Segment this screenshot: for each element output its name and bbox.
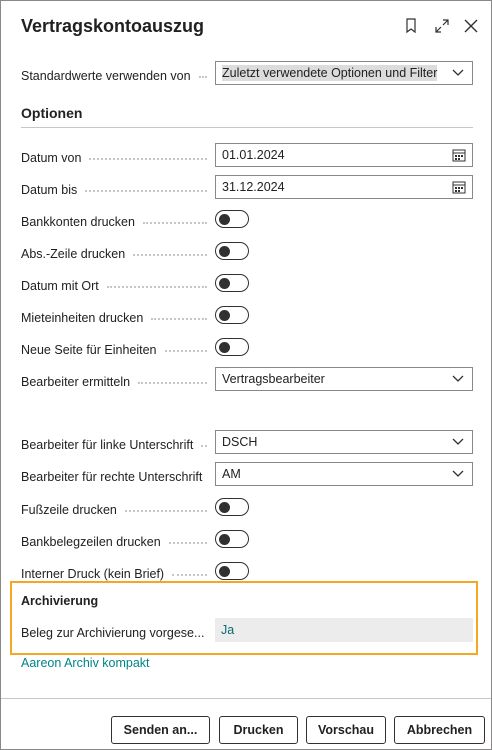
send-button[interactable]: Senden an... bbox=[111, 716, 210, 744]
rental-units-row: Mieteinheiten drucken bbox=[21, 303, 473, 327]
calendar-icon[interactable] bbox=[452, 148, 466, 162]
new-page-toggle[interactable] bbox=[215, 338, 249, 356]
footer-toggle[interactable] bbox=[215, 498, 249, 516]
right-signature-row: Bearbeiter für rechte Unterschrift AM bbox=[21, 462, 473, 486]
date-from-value: 01.01.2024 bbox=[222, 148, 285, 162]
chevron-down-icon bbox=[452, 375, 464, 382]
right-signature-value: AM bbox=[222, 467, 241, 481]
internal-print-row: Interner Druck (kein Brief) bbox=[21, 559, 473, 583]
defaults-value: Zuletzt verwendete Optionen und Filter bbox=[222, 65, 438, 81]
internal-print-label: Interner Druck (kein Brief) bbox=[21, 563, 211, 581]
rental-units-toggle[interactable] bbox=[215, 306, 249, 324]
report-dialog: Vertragskontoauszug Standardwerte verwen… bbox=[0, 0, 492, 750]
chevron-down-icon bbox=[452, 438, 464, 445]
defaults-row: Standardwerte verwenden von Zuletzt verw… bbox=[21, 61, 473, 85]
new-page-row: Neue Seite für Einheiten bbox=[21, 335, 473, 359]
chevron-down-icon bbox=[452, 69, 464, 76]
left-signature-row: Bearbeiter für linke Unterschrift DSCH bbox=[21, 430, 473, 454]
calendar-icon[interactable] bbox=[452, 180, 466, 194]
bank-accounts-row: Bankkonten drucken bbox=[21, 207, 473, 231]
abs-line-label: Abs.-Zeile drucken bbox=[21, 243, 211, 261]
editor-value: Vertragsbearbeiter bbox=[222, 372, 325, 386]
archive-link[interactable]: Aareon Archiv kompakt bbox=[21, 656, 150, 670]
options-heading: Optionen bbox=[21, 105, 83, 121]
close-icon[interactable] bbox=[462, 17, 480, 35]
date-from-label: Datum von bbox=[21, 147, 211, 165]
options-divider bbox=[21, 127, 473, 128]
date-from-row: Datum von 01.01.2024 bbox=[21, 143, 473, 167]
bank-doc-lines-label: Bankbelegzeilen drucken bbox=[21, 531, 211, 549]
internal-print-toggle[interactable] bbox=[215, 562, 249, 580]
date-place-toggle[interactable] bbox=[215, 274, 249, 292]
date-to-input[interactable]: 31.12.2024 bbox=[215, 175, 473, 199]
date-from-input[interactable]: 01.01.2024 bbox=[215, 143, 473, 167]
footer-label: Fußzeile drucken bbox=[21, 499, 211, 517]
chevron-down-icon bbox=[452, 470, 464, 477]
footer-divider bbox=[1, 698, 491, 699]
abs-line-toggle[interactable] bbox=[215, 242, 249, 260]
new-page-label: Neue Seite für Einheiten bbox=[21, 339, 211, 357]
bank-doc-lines-toggle[interactable] bbox=[215, 530, 249, 548]
archive-label: Beleg zur Archivierung vorgese... bbox=[21, 626, 205, 640]
print-button[interactable]: Drucken bbox=[219, 716, 298, 744]
bookmark-icon[interactable] bbox=[404, 17, 422, 35]
bank-doc-lines-row: Bankbelegzeilen drucken bbox=[21, 527, 473, 551]
dialog-titlebar: Vertragskontoauszug bbox=[1, 1, 491, 51]
editor-label: Bearbeiter ermitteln bbox=[21, 371, 211, 389]
bank-accounts-label: Bankkonten drucken bbox=[21, 211, 211, 229]
defaults-select[interactable]: Zuletzt verwendete Optionen und Filter bbox=[215, 61, 473, 85]
date-place-label: Datum mit Ort bbox=[21, 275, 211, 293]
bank-accounts-toggle[interactable] bbox=[215, 210, 249, 228]
editor-select[interactable]: Vertragsbearbeiter bbox=[215, 367, 473, 391]
left-signature-label: Bearbeiter für linke Unterschrift bbox=[21, 434, 211, 452]
left-signature-select[interactable]: DSCH bbox=[215, 430, 473, 454]
date-place-row: Datum mit Ort bbox=[21, 271, 473, 295]
editor-row: Bearbeiter ermitteln Vertragsbearbeiter bbox=[21, 367, 473, 391]
defaults-label: Standardwerte verwenden von bbox=[21, 65, 211, 83]
expand-icon[interactable] bbox=[433, 17, 451, 35]
rental-units-label: Mieteinheiten drucken bbox=[21, 307, 211, 325]
footer-row: Fußzeile drucken bbox=[21, 495, 473, 519]
date-to-row: Datum bis 31.12.2024 bbox=[21, 175, 473, 199]
dialog-title: Vertragskontoauszug bbox=[21, 16, 205, 36]
date-to-value: 31.12.2024 bbox=[222, 180, 285, 194]
abs-line-row: Abs.-Zeile drucken bbox=[21, 239, 473, 263]
preview-button[interactable]: Vorschau bbox=[306, 716, 386, 744]
archive-heading: Archivierung bbox=[21, 594, 99, 608]
right-signature-select[interactable]: AM bbox=[215, 462, 473, 486]
date-to-label: Datum bis bbox=[21, 179, 211, 197]
left-signature-value: DSCH bbox=[222, 435, 258, 449]
right-signature-label: Bearbeiter für rechte Unterschrift bbox=[21, 470, 203, 484]
archive-value[interactable]: Ja bbox=[215, 618, 473, 642]
cancel-button[interactable]: Abbrechen bbox=[394, 716, 485, 744]
